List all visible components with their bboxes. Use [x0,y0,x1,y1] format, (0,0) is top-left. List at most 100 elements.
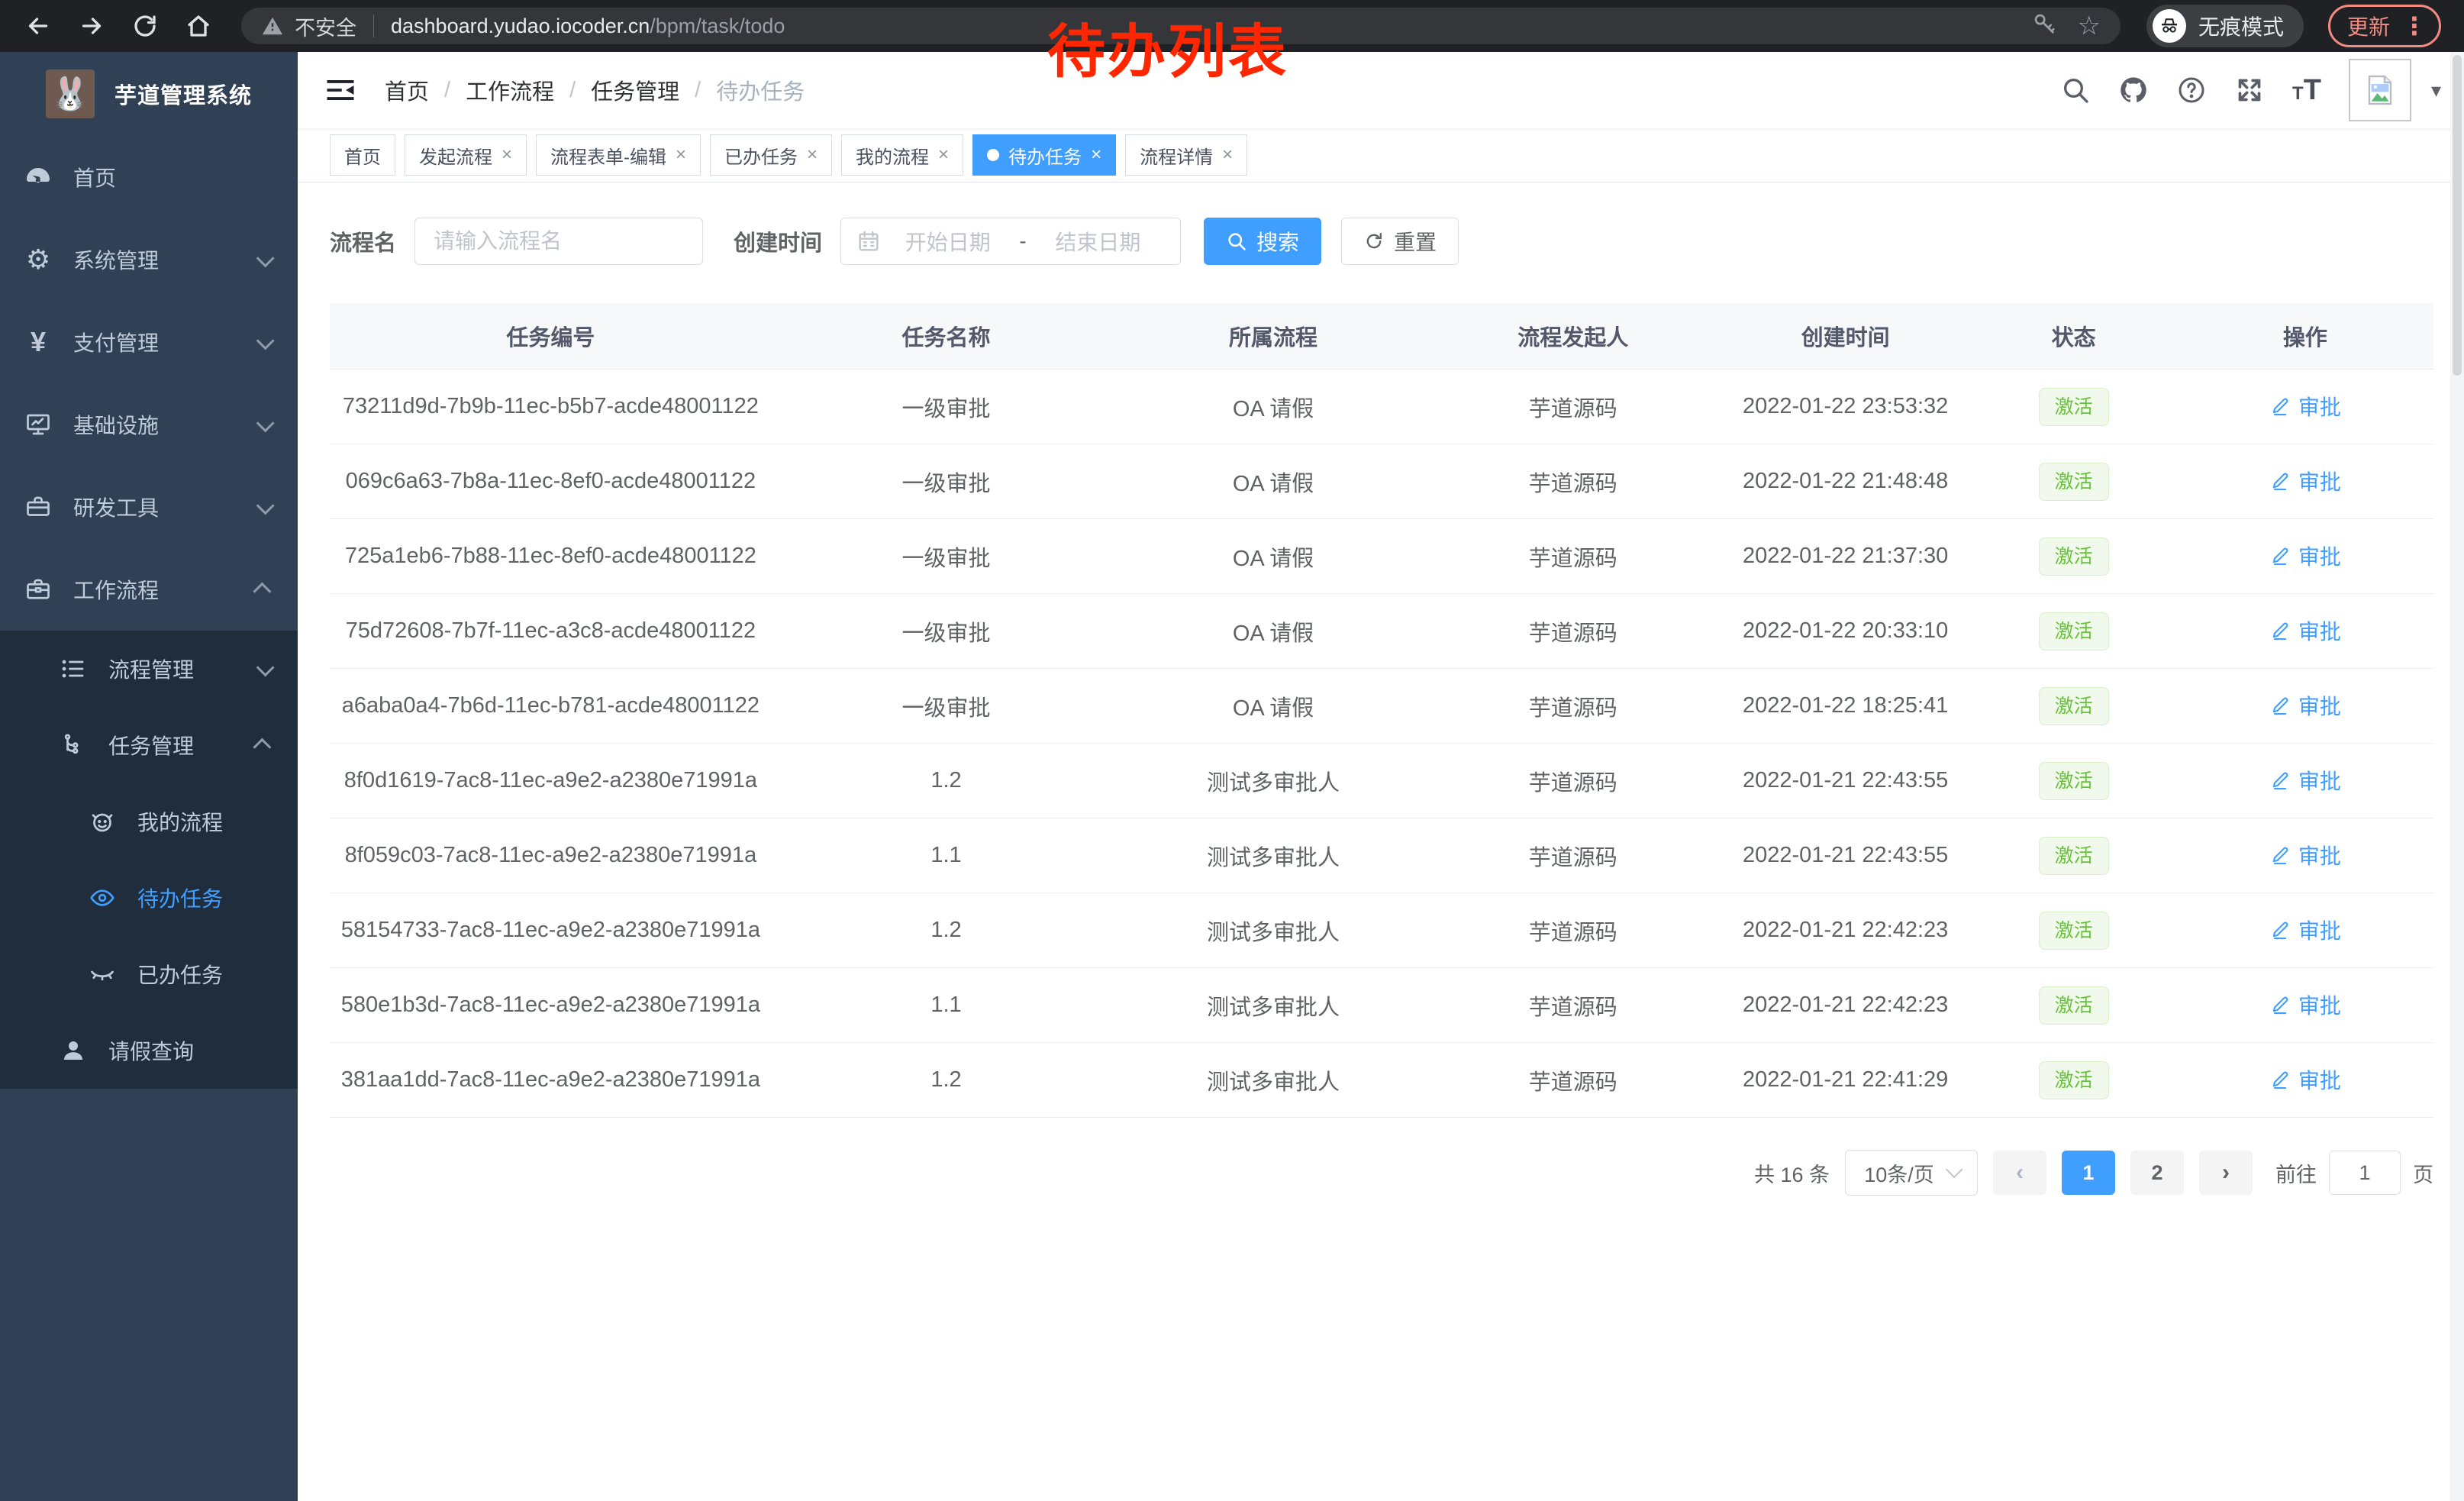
approve-link[interactable]: 审批 [2269,690,2341,721]
breadcrumb-workflow[interactable]: 工作流程 [466,74,554,106]
github-icon[interactable] [2118,75,2149,105]
cell-task-id: 75d72608-7b7f-11ec-a3c8-acde48001122 [330,594,772,669]
close-icon[interactable]: × [1091,144,1101,166]
approve-link[interactable]: 审批 [2269,840,2341,870]
cell-initiator: 芋道源码 [1426,818,1721,893]
page-button-1[interactable]: 1 [2062,1151,2115,1195]
breadcrumb-task-management[interactable]: 任务管理 [591,74,679,106]
password-key-icon[interactable] [2032,11,2056,41]
close-icon[interactable]: × [676,144,686,166]
goto-page-input[interactable] [2329,1151,2401,1195]
approve-link[interactable]: 审批 [2269,615,2341,646]
tag-done-tasks[interactable]: 已办任务 × [710,134,832,176]
status-badge: 激活 [2039,762,2109,800]
fullscreen-icon[interactable] [2234,75,2265,105]
forward-icon[interactable] [70,5,113,47]
back-icon[interactable] [17,5,60,47]
status-badge: 激活 [2039,912,2109,950]
close-icon[interactable]: × [938,144,949,166]
cell-initiator: 芋道源码 [1426,669,1721,744]
pen-icon [2269,620,2291,641]
pen-icon [2269,695,2291,716]
sidebar-item-process-management[interactable]: 流程管理 [0,631,298,707]
create-time-label: 创建时间 [734,225,822,257]
cell-created: 2022-01-21 22:41:29 [1721,1043,1971,1118]
cell-process: OA 请假 [1121,594,1426,669]
cell-created: 2022-01-22 21:48:48 [1721,444,1971,519]
breadcrumb-home[interactable]: 首页 [385,74,429,106]
prev-page-button[interactable]: ‹ [1993,1151,2046,1195]
search-button[interactable]: 搜索 [1204,218,1321,265]
avatar-caret-icon[interactable]: ▾ [2431,79,2441,102]
approve-link[interactable]: 审批 [2269,466,2341,496]
cell-initiator: 芋道源码 [1426,594,1721,669]
bookmark-star-icon[interactable]: ☆ [2078,13,2101,39]
update-button[interactable]: 更新 ⋮ [2328,5,2441,47]
goto-label: 前往 [2275,1158,2317,1188]
sidebar-item-todo-tasks[interactable]: 待办任务 [0,860,298,936]
update-label[interactable]: 更新 [2347,11,2390,41]
sidebar-item-leave-query[interactable]: 请假查询 [0,1012,298,1089]
cell-created: 2022-01-21 22:43:55 [1721,818,1971,893]
tag-todo-tasks[interactable]: 待办任务 × [972,134,1116,176]
tag-start-process[interactable]: 发起流程 × [405,134,527,176]
pagination: 共 16 条 10条/页 ‹ 1 2 › 前往 页 [330,1150,2433,1196]
cell-process: 测试多审批人 [1121,893,1426,968]
col-task-name: 任务名称 [772,303,1121,370]
close-icon[interactable]: × [1222,144,1233,166]
tag-home[interactable]: 首页 [330,134,395,176]
sidebar-item-my-process[interactable]: 我的流程 [0,783,298,860]
process-name-input[interactable] [414,218,703,265]
briefcase-icon [23,574,53,605]
home-icon[interactable] [177,5,220,47]
url-host: dashboard.yudao.iocoder.cn [391,15,650,38]
sidebar-item-home[interactable]: 首页 [0,136,298,218]
page-size-select[interactable]: 10条/页 [1845,1150,1978,1196]
scrollbar-thumb[interactable] [2453,55,2462,376]
table-row: 725a1eb6-7b88-11ec-8ef0-acde48001122 一级审… [330,519,2433,594]
cell-task-id: 069c6a63-7b8a-11ec-8ef0-acde48001122 [330,444,772,519]
browser-menu-icon[interactable]: ⋮ [2402,11,2427,40]
tag-process-detail[interactable]: 流程详情 × [1125,134,1247,176]
close-icon[interactable]: × [807,144,818,166]
calendar-icon [856,229,881,253]
cell-task-name: 一级审批 [772,519,1121,594]
cell-task-id: 381aa1dd-7ac8-11ec-a9e2-a2380e71991a [330,1043,772,1118]
sidebar-item-done-tasks[interactable]: 已办任务 [0,936,298,1012]
approve-link[interactable]: 审批 [2269,541,2341,571]
cell-process: 测试多审批人 [1121,744,1426,818]
table-row: 8f0d1619-7ac8-11ec-a9e2-a2380e71991a 1.2… [330,744,2433,818]
sidebar-item-infrastructure[interactable]: 基础设施 [0,383,298,466]
approve-link[interactable]: 审批 [2269,915,2341,945]
sidebar-item-workflow[interactable]: 工作流程 [0,548,298,631]
sidebar-collapse-icon[interactable] [321,70,360,110]
page-button-2[interactable]: 2 [2130,1151,2184,1195]
yen-icon: ¥ [23,327,53,357]
tree-icon [58,730,89,760]
approve-link[interactable]: 审批 [2269,1064,2341,1095]
close-icon[interactable]: × [502,144,512,166]
approve-link[interactable]: 审批 [2269,765,2341,796]
sidebar-item-devtools[interactable]: 研发工具 [0,466,298,548]
approve-link[interactable]: 审批 [2269,989,2341,1020]
help-icon[interactable] [2176,75,2207,105]
sidebar-item-payment[interactable]: ¥ 支付管理 [0,301,298,383]
scrollbar[interactable] [2450,52,2464,1501]
approve-link[interactable]: 审批 [2269,391,2341,421]
next-page-button[interactable]: › [2199,1151,2253,1195]
sidebar-item-task-management[interactable]: 任务管理 [0,707,298,783]
search-icon[interactable] [2060,75,2091,105]
table-header-row: 任务编号 任务名称 所属流程 流程发起人 创建时间 状态 操作 [330,303,2433,370]
security-label[interactable]: 不安全 [295,11,356,41]
reset-button[interactable]: 重置 [1341,218,1459,265]
pen-icon [2269,994,2291,1015]
date-range-picker[interactable]: 开始日期 - 结束日期 [840,218,1181,265]
reload-icon[interactable] [124,5,166,47]
screen: 不安全 dashboard.yudao.iocoder.cn /bpm/task… [0,0,2464,1501]
sidebar-item-system[interactable]: ⚙ 系统管理 [0,218,298,301]
avatar[interactable] [2349,59,2411,121]
col-created: 创建时间 [1721,303,1971,370]
tag-process-form-edit[interactable]: 流程表单-编辑 × [536,134,701,176]
tag-my-process[interactable]: 我的流程 × [841,134,963,176]
font-size-icon[interactable]: TT [2292,74,2321,107]
